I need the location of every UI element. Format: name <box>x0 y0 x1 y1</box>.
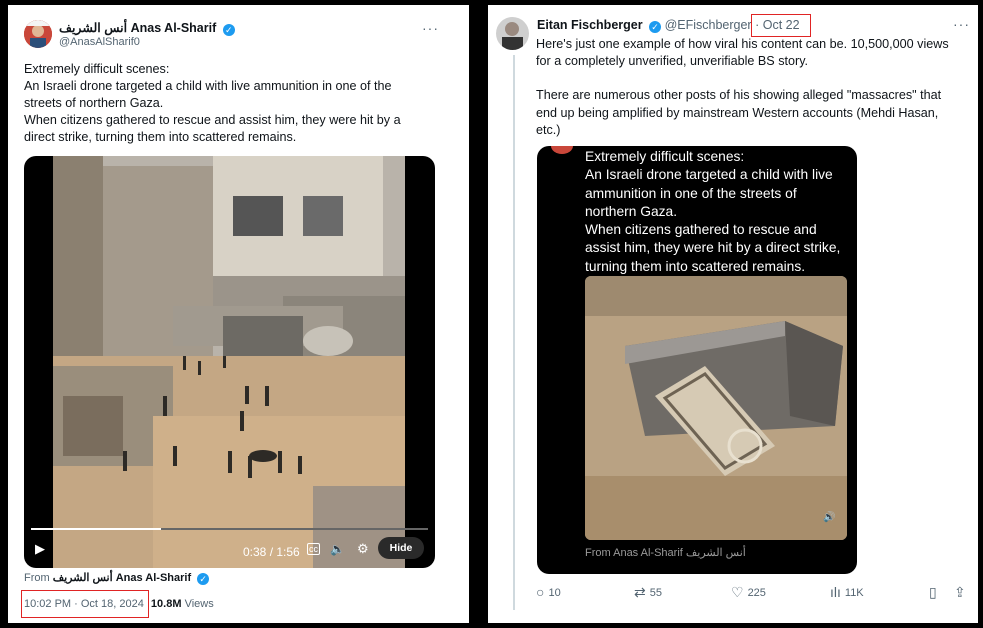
embedded-source: From Anas Al-Sharif أنس الشريف <box>585 547 746 559</box>
verified-badge-icon: ✓ <box>197 573 210 585</box>
embedded-avatar <box>551 146 573 154</box>
like-count: 225 <box>747 587 766 599</box>
tweet-text-line: Here's just one example of how viral his… <box>536 37 949 51</box>
video-player[interactable]: ▶ 0:38 / 1:56 cc 🔈 ⚙ Hide <box>24 156 435 568</box>
views-label: Views <box>184 598 214 610</box>
video-time: 0:38 / 1:56 <box>243 545 300 559</box>
reply-icon: ○ <box>536 584 545 600</box>
heart-icon: ♡ <box>731 584 744 600</box>
tweet-text-line: When citizens gathered to rescue and ass… <box>24 113 401 127</box>
tweet-text: Here's just one example of how viral his… <box>536 36 949 139</box>
views-count: 10.8M <box>150 598 182 610</box>
bookmark-icon[interactable]: ▯ <box>929 584 937 601</box>
tweet-text-line: There are numerous other posts of his sh… <box>536 88 942 103</box>
views-button[interactable]: ılı 11K <box>830 584 864 600</box>
avatar[interactable] <box>24 20 52 48</box>
settings-gear-icon[interactable]: ⚙ <box>357 541 369 557</box>
tweet-text-line: An Israeli drone targeted a child with l… <box>24 79 392 93</box>
timestamp-highlight-box <box>21 590 149 618</box>
author-handle[interactable]: @EFischberger <box>665 18 752 32</box>
captions-icon[interactable]: cc <box>307 543 320 555</box>
volume-icon[interactable]: 🔈 <box>330 542 345 556</box>
from-name-arabic[interactable]: أنس الشريف <box>53 572 113 584</box>
tweet-text-line: Extremely difficult scenes: <box>24 62 170 76</box>
left-tweet-panel: أنس الشريف Anas Al-Sharif ✓ @AnasAlShari… <box>8 5 469 623</box>
embedded-text-line: An Israeli drone targeted a child with l… <box>585 167 833 183</box>
from-name[interactable]: Anas Al-Sharif <box>116 572 191 584</box>
embedded-video-frame-image: 🔊 <box>585 276 847 540</box>
thread-line <box>513 55 515 610</box>
tweet-text-line <box>536 70 949 87</box>
embedded-text-line: northern Gaza. <box>585 203 678 219</box>
hide-button[interactable]: Hide <box>378 537 424 559</box>
author-name[interactable]: Anas Al-Sharif <box>131 21 217 35</box>
like-button[interactable]: ♡ 225 <box>731 584 766 601</box>
repost-button[interactable]: ⇄ 55 <box>634 584 662 601</box>
more-options-icon[interactable]: ··· <box>953 16 970 32</box>
verified-badge-icon: ✓ <box>222 24 235 36</box>
source-attribution: From أنس الشريف Anas Al-Sharif ✓ <box>24 571 210 585</box>
embedded-text-line: Extremely difficult scenes: <box>585 149 745 164</box>
embedded-text: Extremely difficult scenes: An Israeli d… <box>585 148 840 276</box>
avatar[interactable] <box>496 17 529 50</box>
embedded-text-line: turning them into scattered remains. <box>585 258 806 274</box>
embedded-text-line: ammunition in one of the streets of <box>585 185 797 201</box>
tweet-text-line: etc.) <box>536 122 561 137</box>
repost-count: 55 <box>649 587 662 599</box>
volume-icon: 🔊 <box>823 510 835 523</box>
date-highlight-box <box>751 14 811 37</box>
repost-icon: ⇄ <box>634 584 646 600</box>
right-tweet-panel: Eitan Fischberger ✓ @EFischberger · Oct … <box>488 5 978 623</box>
embedded-text-line: When citizens gathered to rescue and <box>585 222 817 238</box>
tweet-text-line: streets of northern Gaza. <box>24 96 164 110</box>
avatar-image <box>496 17 529 50</box>
bar-chart-icon: ılı <box>830 584 841 600</box>
embedded-text-line: assist him, they were hit by a direct st… <box>585 240 841 256</box>
tweet-text: Extremely difficult scenes: An Israeli d… <box>24 61 401 146</box>
embedded-video-screenshot[interactable]: Extremely difficult scenes: An Israeli d… <box>537 146 857 574</box>
verified-badge-icon: ✓ <box>649 21 662 33</box>
share-icon[interactable]: ⇪ <box>954 584 966 601</box>
author-handle[interactable]: @AnasAlSharif0 <box>59 36 140 48</box>
reply-count: 10 <box>548 587 561 599</box>
video-frame-image <box>53 156 405 568</box>
more-options-icon[interactable]: ··· <box>422 20 439 36</box>
tweet-text-line: for a completely unverified, unverifiabl… <box>536 54 809 69</box>
reply-button[interactable]: ○ 10 <box>536 584 561 600</box>
video-progress-fill <box>31 528 161 530</box>
tweet-text-line: direct strike, turning them into scatter… <box>24 130 297 144</box>
author-name[interactable]: Eitan Fischberger <box>537 18 643 32</box>
author-name-arabic[interactable]: أنس الشريف <box>59 21 127 35</box>
from-label: From <box>24 572 50 584</box>
author-line: أنس الشريف Anas Al-Sharif ✓ <box>59 20 235 36</box>
play-icon[interactable]: ▶ <box>35 541 45 557</box>
tweet-text-line: end up being amplified by mainstream Wes… <box>536 105 939 120</box>
avatar-image <box>24 20 52 48</box>
views-count: 11K <box>844 587 864 599</box>
video-progress-bar[interactable] <box>31 528 428 530</box>
